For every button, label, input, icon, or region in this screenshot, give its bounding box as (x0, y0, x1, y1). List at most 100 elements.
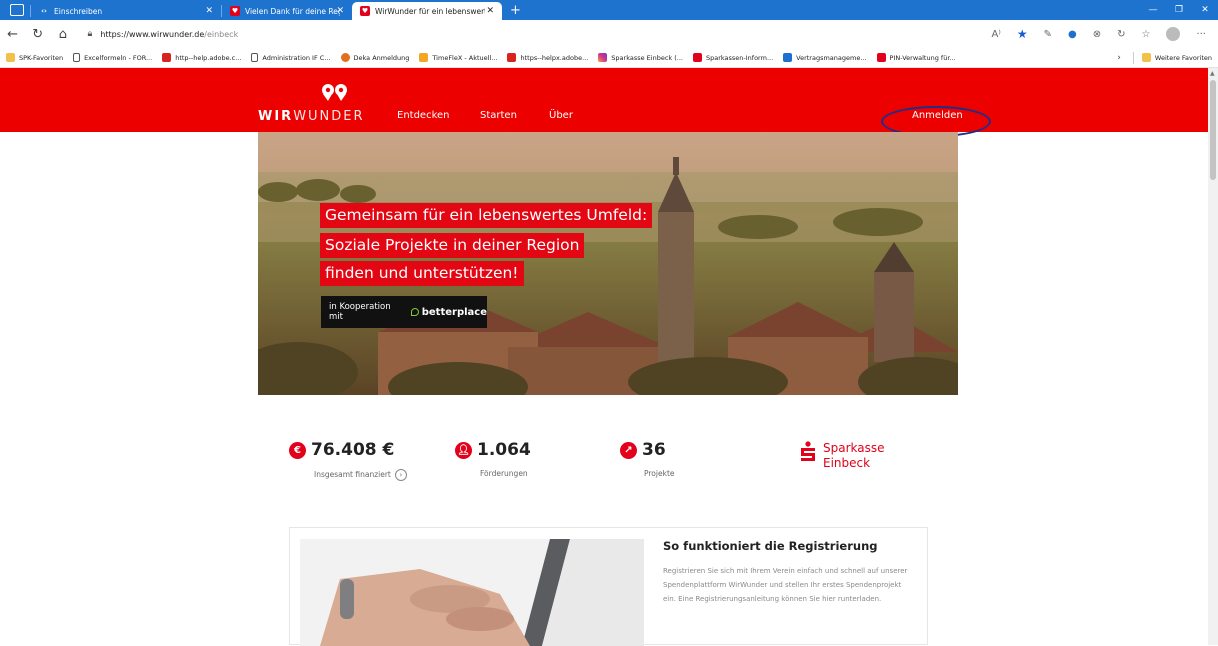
favorite-item[interactable]: Deka Anmeldung (340, 53, 409, 62)
restore-icon[interactable]: ❐ (1166, 5, 1192, 15)
sparkasse-icon (692, 53, 702, 62)
extension-icon[interactable]: ✎ (1044, 29, 1052, 40)
chevron-right-icon[interactable]: › (394, 469, 407, 481)
extension-icon[interactable]: ● (1068, 29, 1077, 40)
stat-label: Förderungen (480, 469, 528, 478)
stat-label: Projekte (644, 469, 675, 478)
favorite-label: Excelformeln - FOR... (84, 53, 153, 62)
sparkasse-icon (876, 53, 886, 62)
nav-entdecken[interactable]: Entdecken (397, 110, 450, 121)
folder-icon (6, 53, 15, 62)
browser-toolbar: A⁾ ★ ✎ ● ⊗ ↻ ☆ ··· (992, 27, 1218, 41)
registration-title: So funktioniert die Registrierung (663, 539, 878, 553)
page-icon (73, 53, 81, 62)
instagram-icon (598, 53, 608, 62)
close-icon[interactable]: ✕ (336, 6, 344, 16)
folder-icon (1141, 53, 1151, 62)
sync-icon[interactable]: ↻ (1117, 29, 1125, 40)
code-icon: ‹› (41, 7, 47, 15)
bank-line-2: Einbeck (823, 456, 871, 470)
favorite-label: https--helpx.adobe... (520, 53, 589, 62)
hero-headline-line-1: Gemeinsam für ein lebenswertes Umfeld: (320, 203, 653, 228)
divider (1132, 51, 1134, 64)
profile-avatar[interactable] (1166, 27, 1181, 41)
read-aloud-icon[interactable]: A⁾ (992, 29, 1001, 40)
nav-starten[interactable]: Starten (480, 110, 517, 121)
favorite-label: http--help.adobe.c... (175, 53, 242, 62)
chevron-right-icon[interactable]: › (1117, 53, 1121, 63)
more-menu-icon[interactable]: ··· (1196, 29, 1206, 40)
bank-line-1: Sparkasse (823, 441, 885, 455)
favorite-item[interactable]: https--helpx.adobe... (507, 53, 588, 62)
tab-wirwunder[interactable]: ♥ WirWunder für ein lebenswertes... ✕ (352, 2, 502, 20)
favorites-overflow: › Weitere Favoriten (1117, 51, 1212, 64)
favorite-item[interactable]: Sparkassen-Inform... (692, 53, 774, 62)
url-host: https://www.wirwunder.de (100, 29, 205, 39)
favorite-item[interactable]: Excelformeln - FOR... (73, 53, 152, 62)
favorite-label: PIN-Verwaltung für... (889, 53, 956, 62)
close-icon[interactable]: ✕ (205, 6, 213, 16)
favorite-item[interactable]: Sparkasse Einbeck (... (598, 53, 683, 62)
url-path: /einbeck (204, 29, 239, 39)
favorite-label: Sparkassen-Inform... (705, 53, 774, 62)
extension-icon[interactable]: ⊗ (1093, 29, 1101, 40)
hero-headline-line-2: Soziale Projekte in deiner Region (320, 233, 585, 258)
page-icon (251, 53, 259, 62)
registration-text: Registrieren Sie sich mit Ihrem Verein e… (663, 567, 908, 603)
favorite-item[interactable]: PIN-Verwaltung für... (876, 53, 956, 62)
favorites-list-icon[interactable]: ☆ (1141, 29, 1150, 40)
page-scrollbar[interactable]: ▲ (1208, 68, 1218, 645)
betterplace-logo: betterplace (410, 306, 487, 318)
favorite-item[interactable]: Vertragsmanageme... (783, 53, 867, 62)
logo-bold: WIR (258, 109, 294, 124)
tab-einschreiben[interactable]: ‹› Einschreiben ✕ (31, 2, 221, 20)
scroll-up-icon[interactable]: ▲ (1210, 70, 1215, 77)
window-controls: — ❐ ✕ (1140, 0, 1218, 20)
cooperation-badge[interactable]: in Kooperation mit betterplace (321, 296, 487, 328)
browser-title-bar: ‹› Einschreiben ✕ ♥ Vielen Dank für dein… (0, 0, 1218, 20)
site-logo-text[interactable]: WIRWUNDER (258, 109, 365, 124)
favorite-item[interactable]: TimeFleX - Aktuell... (419, 53, 497, 62)
registration-card: So funktioniert die Registrierung Regist… (289, 527, 928, 646)
favorite-star-icon[interactable]: ★ (1017, 27, 1028, 41)
favorite-label: Sparkasse Einbeck (... (611, 53, 683, 62)
favorite-item[interactable]: http--help.adobe.c... (162, 53, 241, 62)
favorite-label: Vertragsmanageme... (796, 53, 867, 62)
tab-actions-icon[interactable] (10, 4, 24, 16)
minimize-icon[interactable]: — (1140, 5, 1166, 15)
wirwunder-logo-icon[interactable] (320, 82, 350, 102)
sparkasse-s-icon (801, 441, 815, 461)
tab-label: WirWunder für ein lebenswertes... (375, 6, 485, 16)
back-icon[interactable]: ← (0, 27, 25, 42)
euro-icon: € (289, 441, 306, 459)
refresh-icon[interactable]: ↻ (25, 27, 50, 42)
url-field[interactable]: 🔒︎ https://www.wirwunder.de/einbeck (81, 24, 992, 44)
laptop-hand-illustration (300, 539, 644, 646)
tab-label: Einschreiben (54, 6, 103, 16)
scrollbar-thumb[interactable] (1210, 80, 1216, 180)
wirwunder-favicon-icon: ♥ (360, 6, 370, 16)
lock-icon[interactable]: 🔒︎ (88, 29, 93, 39)
tab-vielen-dank[interactable]: ♥ Vielen Dank für deine Registrier... ✕ (222, 2, 352, 20)
more-favorites-link[interactable]: Weitere Favoriten (1155, 54, 1212, 62)
favorite-item[interactable]: Administration IF C... (251, 53, 331, 62)
new-tab-icon[interactable]: + (510, 3, 521, 18)
arrow-icon: ↗ (620, 441, 637, 459)
favorite-label: TimeFleX - Aktuell... (432, 53, 498, 62)
stat-value: 76.408 € (311, 440, 395, 460)
hero-headline-line-3: finden und unterstützen! (320, 261, 524, 286)
favorite-item[interactable]: SPK-Favoriten (6, 53, 63, 62)
close-icon[interactable]: ✕ (486, 6, 494, 16)
close-window-icon[interactable]: ✕ (1192, 5, 1218, 15)
favorites-bar: SPK-Favoriten Excelformeln - FOR... http… (0, 48, 1218, 68)
partner-name: betterplace (421, 306, 487, 318)
tab-label: Vielen Dank für deine Registrier... (245, 6, 340, 16)
stat-value: 1.064 (477, 440, 531, 460)
contract-icon (783, 53, 793, 62)
home-icon[interactable]: ⌂ (50, 27, 75, 42)
favorite-label: SPK-Favoriten (19, 53, 64, 62)
sparkasse-name: Sparkasse Einbeck (823, 441, 885, 471)
nav-ueber[interactable]: Über (549, 110, 573, 121)
adobe-icon (162, 53, 172, 62)
sparkasse-logo[interactable]: Sparkasse Einbeck (800, 441, 885, 471)
